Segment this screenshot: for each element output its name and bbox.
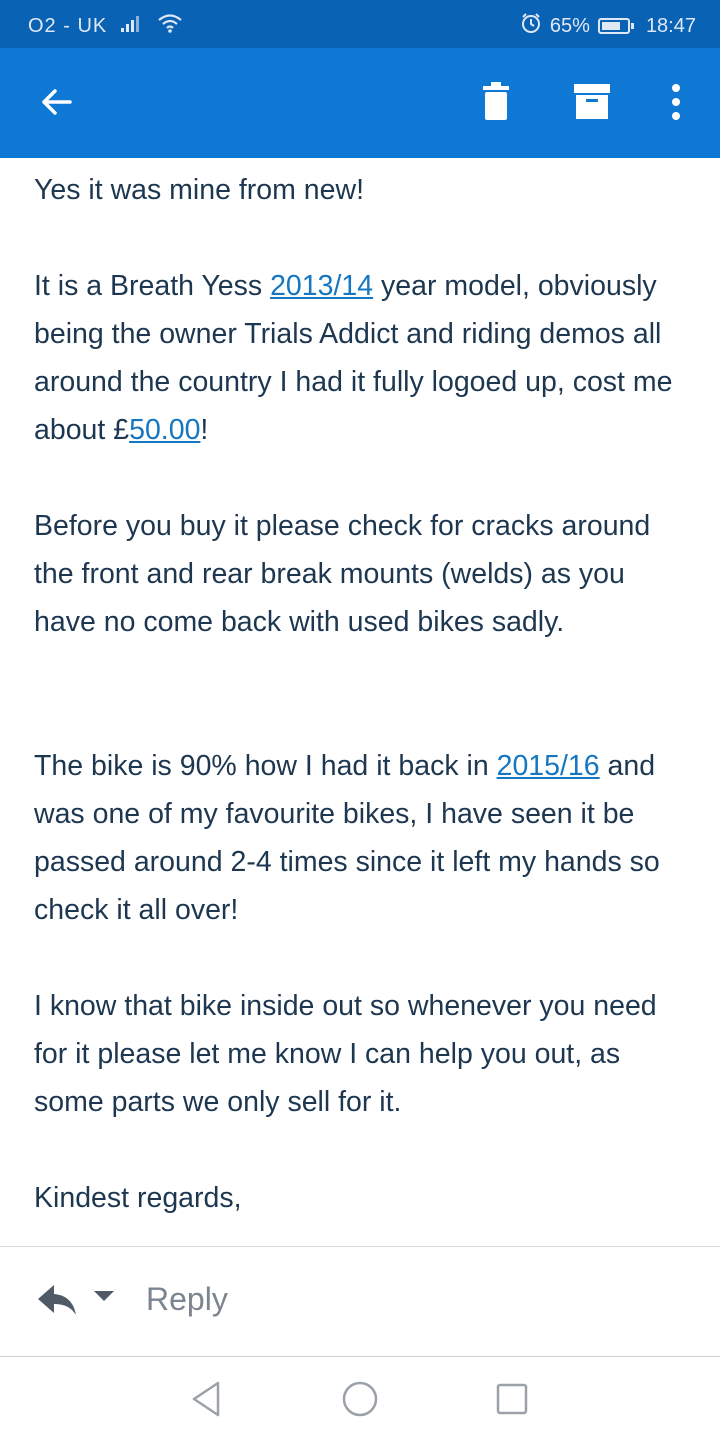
signal-icon xyxy=(119,14,145,38)
clock: 18:47 xyxy=(645,14,696,37)
nav-back-icon[interactable] xyxy=(186,1379,226,1419)
battery-icon xyxy=(597,18,634,34)
paragraph-check: Before you buy it please check for crack… xyxy=(34,510,651,638)
reply-icon[interactable] xyxy=(36,1283,80,1319)
archive-button[interactable] xyxy=(566,78,618,130)
paragraph-history: The bike is 90% how I had it back in 201… xyxy=(34,750,660,926)
paragraph-help: I know that bike inside out so whenever … xyxy=(34,990,657,1118)
paragraph-greeting: Yes it was mine from new! xyxy=(34,174,364,206)
trash-icon xyxy=(481,81,511,127)
wifi-icon xyxy=(157,13,183,39)
battery-percent: 65% xyxy=(549,14,590,37)
message-body: Yes it was mine from new! It is a Breath… xyxy=(0,158,720,1246)
date-link-2015-16[interactable]: 2015/16 xyxy=(497,750,600,782)
reply-options-dropdown[interactable] xyxy=(94,1291,114,1301)
status-bar: O2 - UK 65% 18:47 xyxy=(0,0,720,48)
date-link-2013-14[interactable]: 2013/14 xyxy=(270,270,373,302)
app-bar xyxy=(0,48,720,158)
more-options-button[interactable] xyxy=(650,78,702,130)
more-vert-icon xyxy=(671,83,681,125)
paragraph-model: It is a Breath Yess 2013/14 year model, … xyxy=(34,270,673,446)
archive-icon xyxy=(574,83,610,125)
price-link[interactable]: 50.00 xyxy=(129,414,200,446)
carrier-label: O2 - UK xyxy=(28,14,108,37)
system-nav-bar xyxy=(0,1356,720,1441)
alarm-icon xyxy=(520,12,542,40)
back-button[interactable] xyxy=(30,78,82,130)
paragraph-signoff: Kindest regards, xyxy=(34,1182,242,1214)
reply-button[interactable]: Reply xyxy=(146,1281,228,1318)
delete-button[interactable] xyxy=(470,78,522,130)
nav-recents-icon[interactable] xyxy=(492,1379,532,1419)
nav-home-icon[interactable] xyxy=(340,1379,380,1419)
arrow-left-icon xyxy=(36,82,76,127)
reply-bar: Reply xyxy=(0,1246,720,1357)
